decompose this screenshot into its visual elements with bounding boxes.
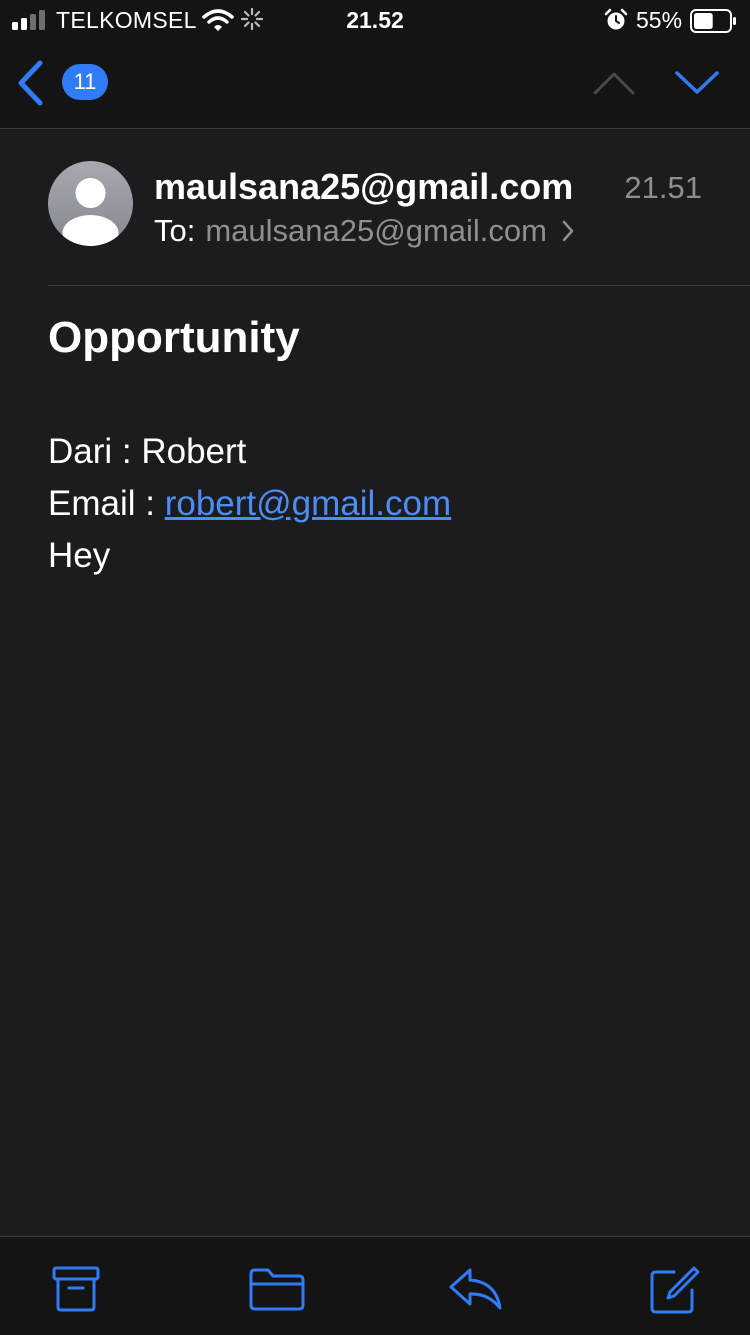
sender-address[interactable]: maulsana25@gmail.com [154, 166, 573, 208]
message-time: 21.51 [624, 170, 702, 205]
alarm-icon [604, 8, 628, 30]
person-icon [62, 178, 119, 246]
archive-icon[interactable] [52, 1266, 100, 1312]
header-divider [48, 285, 750, 286]
to-label: To: [154, 213, 196, 248]
chevron-down-icon[interactable] [674, 70, 720, 96]
folder-icon[interactable] [248, 1266, 306, 1312]
navigation-bar: 11 [0, 40, 750, 129]
email-link[interactable]: robert@gmail.com [165, 484, 451, 523]
body-text-line: Hey [48, 536, 111, 575]
unread-count-badge[interactable]: 11 [62, 64, 108, 100]
compose-icon[interactable] [648, 1266, 700, 1316]
reply-icon[interactable] [448, 1266, 504, 1312]
message-subject: Opportunity [48, 313, 300, 362]
sender-avatar [48, 161, 133, 246]
recipient-line[interactable]: To: maulsana25@gmail.com [154, 213, 575, 249]
message-body: Dari : Robert Email : robert@gmail.com H… [48, 426, 451, 582]
body-from-line: Dari : Robert [48, 432, 247, 471]
chevron-up-icon[interactable] [592, 70, 636, 96]
back-chevron-icon[interactable] [16, 60, 46, 106]
recipient-address[interactable]: maulsana25@gmail.com [205, 213, 547, 249]
chevron-right-icon[interactable] [561, 219, 575, 243]
bottom-toolbar [0, 1236, 750, 1335]
battery-icon [690, 9, 736, 33]
status-bar: TELKOMSEL 21.52 55% [0, 0, 750, 40]
battery-percentage: 55% [636, 7, 683, 33]
body-email-line: Email : robert@gmail.com [48, 478, 451, 530]
email-prefix: Email : [48, 484, 165, 523]
